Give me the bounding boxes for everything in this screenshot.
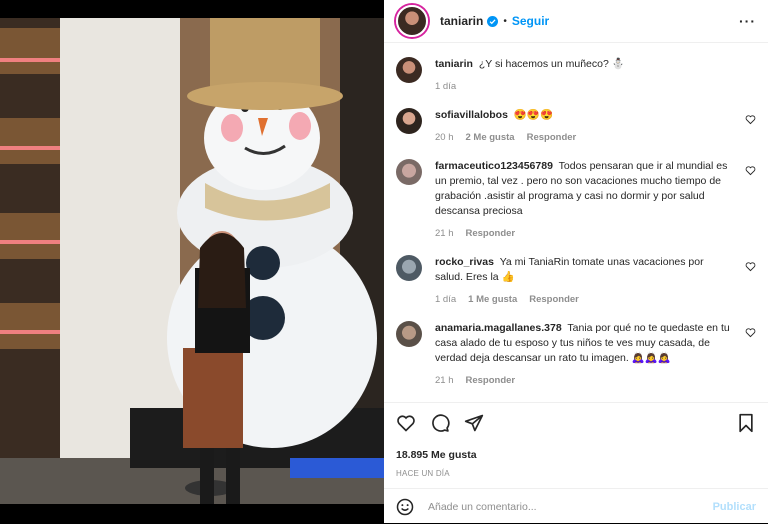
commenter-avatar[interactable]: [396, 108, 422, 134]
caption-text: ¿Y si hacemos un muñeco? ⛄: [478, 58, 625, 70]
separator-dot: •: [503, 15, 507, 27]
follow-button[interactable]: Seguir: [512, 14, 549, 28]
more-options-icon[interactable]: ···: [739, 13, 756, 29]
commenter-username[interactable]: sofiavillalobos: [435, 109, 508, 121]
snowman-photo-illustration: [0, 18, 384, 504]
instagram-post-window: taniarin • Seguir ··· taniarin ¿Y si hac…: [0, 0, 768, 523]
comment-item: farmaceutico123456789 Todos pensaran que…: [396, 159, 756, 241]
commenter-avatar[interactable]: [396, 159, 422, 185]
comment-time[interactable]: 20 h: [435, 130, 454, 145]
comment-bubble-icon[interactable]: [430, 413, 450, 433]
commenter-username[interactable]: farmaceutico123456789: [435, 160, 553, 172]
comment-text: 😍😍😍: [513, 109, 554, 121]
post-timestamp[interactable]: HACE UN DÍA: [396, 469, 756, 478]
post-actions: 18.895 Me gusta HACE UN DÍA: [384, 402, 768, 478]
reply-button[interactable]: Responder: [527, 130, 577, 145]
reply-button[interactable]: Responder: [466, 373, 516, 388]
caption-username[interactable]: taniarin: [435, 58, 473, 70]
commenter-avatar[interactable]: [396, 321, 422, 347]
like-comment-heart-icon[interactable]: [745, 327, 756, 338]
comment-likes[interactable]: 1 Me gusta: [468, 292, 517, 307]
comment-item: anamaria.magallanes.378 Tania por qué no…: [396, 321, 756, 388]
like-comment-heart-icon[interactable]: [745, 261, 756, 272]
add-comment-bar: Publicar: [384, 488, 768, 524]
comment-time[interactable]: 21 h: [435, 226, 454, 241]
post-side-panel: taniarin • Seguir ··· taniarin ¿Y si hac…: [384, 0, 768, 523]
likes-count[interactable]: 18.895 Me gusta: [396, 449, 756, 461]
comment-item: rocko_rivas Ya mi TaniaRin tomate unas v…: [396, 255, 756, 307]
author-username[interactable]: taniarin: [440, 14, 483, 28]
post-header: taniarin • Seguir ···: [384, 0, 768, 43]
reply-button[interactable]: Responder: [529, 292, 579, 307]
comment-input[interactable]: [426, 499, 713, 514]
like-heart-icon[interactable]: [396, 413, 416, 433]
like-comment-heart-icon[interactable]: [745, 114, 756, 125]
comment-item: sofiavillalobos 😍😍😍 20 h 2 Me gusta Resp…: [396, 108, 756, 145]
verified-badge-icon: [487, 15, 499, 27]
comment-time[interactable]: 21 h: [435, 373, 454, 388]
commenter-username[interactable]: anamaria.magallanes.378: [435, 322, 562, 334]
comments-list[interactable]: taniarin ¿Y si hacemos un muñeco? ⛄ 1 dí…: [384, 45, 768, 400]
save-bookmark-icon[interactable]: [736, 413, 756, 433]
caption: taniarin ¿Y si hacemos un muñeco? ⛄ 1 dí…: [396, 57, 756, 94]
caption-author-avatar[interactable]: [396, 57, 422, 83]
author-avatar[interactable]: [396, 5, 428, 37]
publish-button[interactable]: Publicar: [713, 501, 756, 513]
commenter-avatar[interactable]: [396, 255, 422, 281]
emoji-smiley-icon[interactable]: [396, 498, 414, 516]
comment-likes[interactable]: 2 Me gusta: [466, 130, 515, 145]
caption-time[interactable]: 1 día: [435, 79, 456, 94]
commenter-username[interactable]: rocko_rivas: [435, 256, 494, 268]
share-paper-plane-icon[interactable]: [464, 413, 484, 433]
like-comment-heart-icon[interactable]: [745, 165, 756, 176]
post-photo: [0, 18, 384, 504]
comment-time[interactable]: 1 día: [435, 292, 456, 307]
reply-button[interactable]: Responder: [466, 226, 516, 241]
action-icons-bar: [396, 411, 756, 435]
